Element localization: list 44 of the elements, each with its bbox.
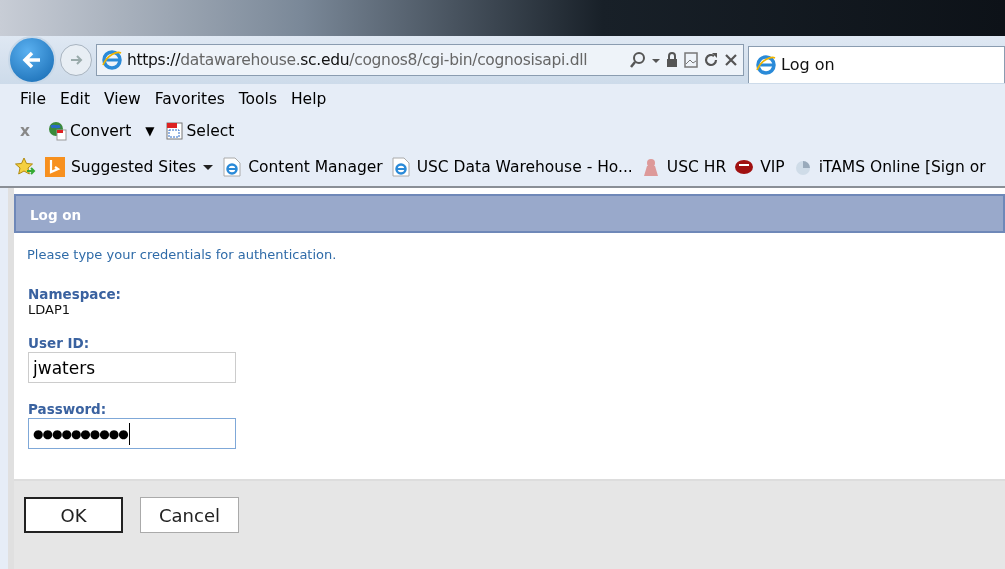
document-select-icon bbox=[164, 121, 185, 141]
search-icon[interactable] bbox=[629, 51, 647, 69]
favorites-star-icon[interactable] bbox=[15, 157, 37, 177]
back-button[interactable] bbox=[8, 36, 56, 84]
favorites-link[interactable]: Suggested Sites bbox=[45, 157, 215, 177]
menu-item[interactable]: Help bbox=[290, 90, 338, 108]
panel-header: Log on bbox=[14, 194, 1005, 233]
ok-button[interactable]: OK bbox=[24, 497, 123, 533]
dropdown-caret-icon[interactable] bbox=[202, 162, 215, 172]
cancel-button[interactable]: Cancel bbox=[140, 497, 239, 533]
oval-logo-icon bbox=[734, 157, 755, 177]
page-icon bbox=[222, 157, 243, 177]
convert-button[interactable]: Convert bbox=[48, 121, 132, 141]
browser-logo-icon bbox=[101, 49, 123, 71]
namespace-label: Namespace: bbox=[28, 286, 121, 302]
menu-item[interactable]: Edit bbox=[59, 90, 101, 108]
compatibility-icon[interactable] bbox=[683, 51, 699, 69]
user-id-label: User ID: bbox=[28, 335, 90, 351]
menu-item[interactable]: File bbox=[20, 90, 57, 108]
favorites-link[interactable]: VIP bbox=[734, 157, 785, 177]
refresh-icon[interactable] bbox=[703, 51, 719, 69]
password-label: Password: bbox=[28, 401, 107, 417]
lock-icon[interactable] bbox=[665, 51, 679, 69]
favorites-link[interactable]: USC Data Warehouse - Ho... bbox=[390, 157, 633, 177]
page-icon bbox=[390, 157, 411, 177]
namespace-value: LDAP1 bbox=[28, 302, 71, 317]
menu-item[interactable]: Favorites bbox=[154, 90, 236, 108]
globe-document-icon bbox=[48, 121, 68, 141]
instructions-text: Please type your credentials for authentication. bbox=[27, 247, 338, 262]
browser-tab[interactable]: Log on bbox=[748, 45, 1005, 83]
favorites-link[interactable]: USC HR bbox=[640, 157, 727, 177]
url-text: https://datawarehouse.sc.edu/cognos8/cgi-bin/cognosisapi.dll bbox=[127, 51, 588, 69]
browser-logo-icon bbox=[755, 53, 777, 76]
favorites-link[interactable]: Content Manager bbox=[222, 157, 383, 177]
menu-item[interactable]: View bbox=[103, 90, 152, 108]
favorites-link[interactable]: iTAMS Online [Sign or bbox=[792, 157, 986, 177]
password-field[interactable]: ●●●●●●●●●● bbox=[28, 418, 236, 449]
select-button[interactable]: Select bbox=[164, 121, 235, 141]
back-arrow-icon bbox=[21, 49, 43, 71]
dropdown-caret[interactable]: ▼ bbox=[145, 124, 155, 138]
user-id-field[interactable]: jwaters bbox=[28, 352, 236, 383]
bing-icon bbox=[45, 157, 65, 177]
menu-item[interactable]: Tools bbox=[238, 90, 288, 108]
address-bar[interactable]: https://datawarehouse.sc.edu/cognos8/cgi-bin/cognosisapi.dll bbox=[96, 44, 744, 76]
